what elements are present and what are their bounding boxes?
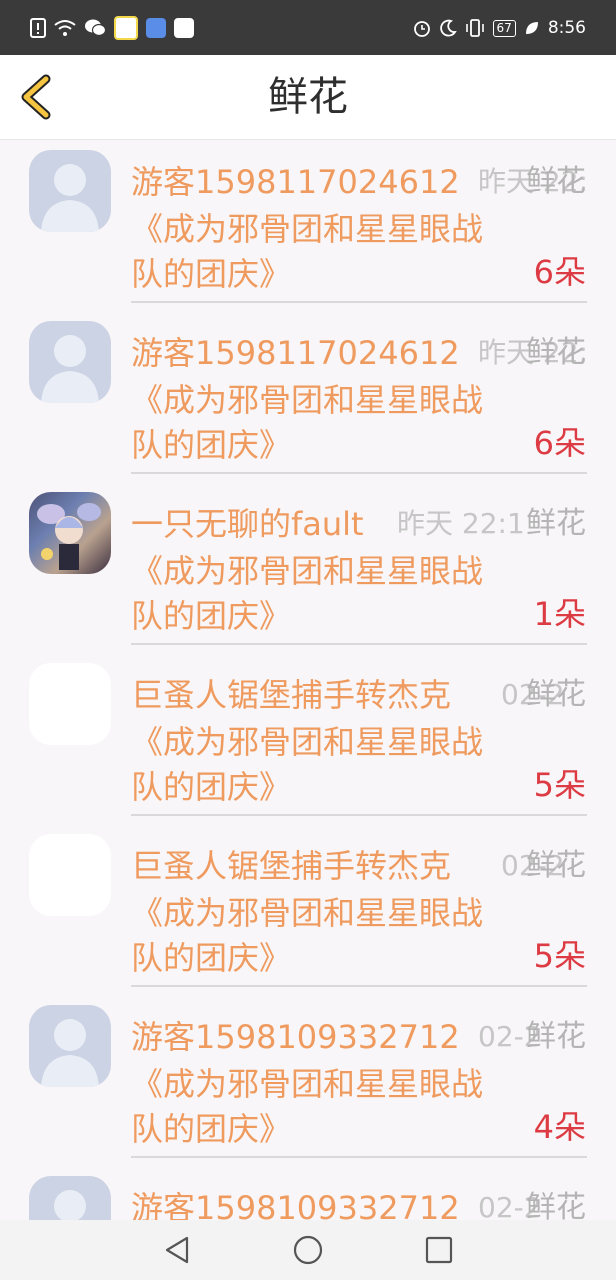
- battery-icon: 67: [492, 19, 516, 37]
- recents-square-icon: [425, 1236, 453, 1264]
- wifi-icon: [54, 20, 76, 36]
- moon-icon: [439, 19, 457, 37]
- flower-count: 6朵: [533, 253, 586, 291]
- app-header: 鲜花: [0, 55, 616, 140]
- divider: [131, 472, 587, 474]
- music-icon: [146, 18, 166, 38]
- nav-home-button[interactable]: [292, 1234, 324, 1266]
- divider: [131, 643, 587, 645]
- wechat-icon: [85, 19, 106, 37]
- gift-list[interactable]: 游客1598117024612 昨天 22:47 鲜花 《成为邪骨团和星星眼战队…: [0, 140, 616, 1220]
- avatar[interactable]: [29, 1005, 111, 1087]
- status-right-icons: 67 8:56: [413, 16, 586, 40]
- alarm-icon: [413, 21, 430, 37]
- status-time: 8:56: [547, 18, 586, 38]
- list-item[interactable]: 巨蚤人锯堡捕手转杰克 02-2 鲜花 《成为邪骨团和星星眼战队的团庆》 5朵: [0, 653, 616, 824]
- timestamp: 昨天 22:1: [397, 507, 525, 540]
- list-item[interactable]: 一只无聊的fault 昨天 22:1 鲜花 《成为邪骨团和星星眼战队的团庆》 1…: [0, 482, 616, 653]
- user-placeholder-icon: [41, 164, 99, 232]
- avatar[interactable]: [29, 663, 111, 745]
- divider: [131, 301, 587, 303]
- username[interactable]: 游客1598117024612: [131, 163, 460, 201]
- user-placeholder-icon: [54, 1190, 86, 1220]
- avatar[interactable]: [29, 150, 111, 232]
- nav-back-button[interactable]: [161, 1234, 193, 1266]
- flower-count: 1朵: [533, 595, 586, 633]
- message-text: 《成为邪骨团和星星眼战队的团庆》: [131, 894, 484, 977]
- divider: [131, 814, 587, 816]
- message-text: 《成为邪骨团和星星眼战队的团庆》: [131, 381, 484, 464]
- message-text: 《成为邪骨团和星星眼战队的团庆》: [131, 210, 484, 293]
- gift-type-label: 鲜花: [526, 1190, 586, 1220]
- flower-count: 5朵: [533, 766, 586, 804]
- message-text: 《成为邪骨团和星星眼战队的团庆》: [131, 723, 484, 806]
- flower-count: 5朵: [533, 937, 586, 975]
- flower-count: 6朵: [533, 424, 586, 462]
- user-placeholder-icon: [41, 1019, 99, 1087]
- gift-type-label: 鲜花: [526, 506, 586, 541]
- list-item[interactable]: 游客1598117024612 昨天 22:47 鲜花 《成为邪骨团和星星眼战队…: [0, 140, 616, 311]
- message-text: 《成为邪骨团和星星眼战队的团庆》: [131, 552, 484, 635]
- username[interactable]: 巨蚤人锯堡捕手转杰克: [131, 847, 451, 885]
- sim-alert-icon: [30, 18, 46, 38]
- app-icon: [114, 16, 138, 40]
- avatar[interactable]: [29, 1176, 111, 1220]
- avatar[interactable]: [29, 492, 111, 574]
- list-item[interactable]: 游客1598117024612 昨天 22:47 鲜花 《成为邪骨团和星星眼战队…: [0, 311, 616, 482]
- gift-type-label: 鲜花: [526, 164, 586, 199]
- divider: [131, 1156, 587, 1158]
- status-left-icons: [30, 16, 194, 40]
- nav-recents-button[interactable]: [423, 1234, 455, 1266]
- system-nav-bar: [0, 1220, 616, 1280]
- flower-count: 4朵: [533, 1108, 586, 1146]
- message-text: 《成为邪骨团和星星眼战队的团庆》: [131, 1065, 484, 1148]
- gift-type-label: 鲜花: [526, 335, 586, 370]
- page-title: 鲜花: [268, 74, 348, 120]
- status-bar: 67 8:56: [0, 0, 616, 55]
- username[interactable]: 一只无聊的fault: [131, 505, 364, 543]
- divider: [131, 985, 587, 987]
- anime-character-avatar-icon: [37, 503, 101, 570]
- username[interactable]: 巨蚤人锯堡捕手转杰克: [131, 676, 451, 714]
- vibrate-icon: [465, 19, 484, 37]
- list-item[interactable]: 游客1598109332712 02-2 鲜花 《成为邪骨团和星星眼战队的团庆》…: [0, 995, 616, 1166]
- back-triangle-icon: [165, 1236, 189, 1264]
- gift-type-label: 鲜花: [526, 677, 586, 712]
- username[interactable]: 游客1598117024612: [131, 334, 460, 372]
- gift-type-label: 鲜花: [526, 1019, 586, 1054]
- avatar[interactable]: [29, 321, 111, 403]
- radio-icon: [174, 18, 194, 38]
- list-item[interactable]: 游客1598109332712 02-2 鲜花: [0, 1166, 616, 1220]
- avatar[interactable]: [29, 834, 111, 916]
- leaf-icon: [525, 22, 538, 34]
- home-circle-icon: [293, 1235, 323, 1265]
- user-placeholder-icon: [41, 335, 99, 403]
- username[interactable]: 游客1598109332712: [131, 1189, 460, 1220]
- username[interactable]: 游客1598109332712: [131, 1018, 460, 1056]
- gift-type-label: 鲜花: [526, 848, 586, 883]
- list-item[interactable]: 巨蚤人锯堡捕手转杰克 02-2 鲜花 《成为邪骨团和星星眼战队的团庆》 5朵: [0, 824, 616, 995]
